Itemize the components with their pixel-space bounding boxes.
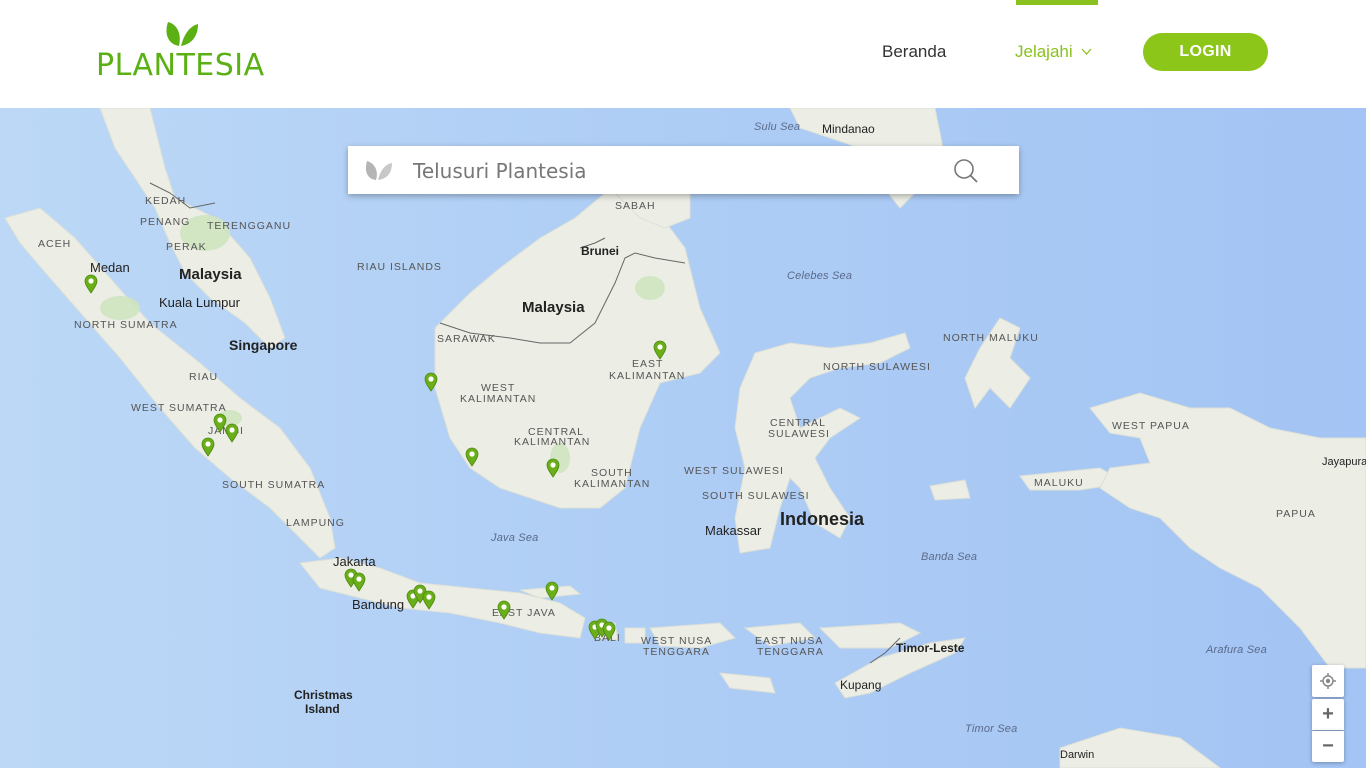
plant-marker-pin[interactable] (653, 340, 667, 360)
label-south-sulawesi: SOUTH SULAWESI (702, 490, 810, 502)
label-south-kalimantan-2: KALIMANTAN (574, 478, 651, 490)
label-west-nusa-2: TENGGARA (643, 646, 710, 658)
label-jayapura: Jayapura (1322, 456, 1366, 468)
label-west-sulawesi: WEST SULAWESI (684, 465, 784, 477)
label-singapore: Singapore (229, 337, 298, 353)
label-riau-islands: RIAU ISLANDS (357, 261, 442, 273)
label-west-kalimantan-2: KALIMANTAN (460, 393, 537, 405)
label-christmas-2: Island (305, 702, 340, 716)
label-sulu-sea: Sulu Sea (754, 121, 801, 133)
plant-marker-pin[interactable] (225, 423, 239, 443)
label-east-kalimantan-2: KALIMANTAN (609, 370, 686, 382)
label-north-sulawesi: NORTH SULAWESI (823, 361, 931, 373)
nav-jelajahi[interactable]: Jelajahi (1015, 42, 1092, 62)
leaf-logo-icon (166, 22, 198, 46)
label-timor-sea: Timor Sea (965, 723, 1018, 735)
label-medan: Medan (90, 260, 130, 275)
label-darwin: Darwin (1060, 749, 1095, 761)
brand-name: PLANTESIA (96, 48, 265, 83)
label-sabah: SABAH (615, 200, 656, 212)
plant-marker-pin[interactable] (422, 590, 436, 610)
label-aceh: ACEH (38, 238, 72, 250)
nav-jelajahi-label: Jelajahi (1015, 42, 1073, 61)
nav-active-indicator (1016, 0, 1098, 5)
my-location-button[interactable] (1312, 665, 1344, 697)
plant-marker-pin[interactable] (352, 572, 366, 592)
label-east-nusa-2: TENGGARA (757, 646, 824, 658)
label-penang: PENANG (140, 216, 191, 228)
search-button[interactable] (952, 157, 980, 185)
label-north-maluku: NORTH MALUKU (943, 332, 1039, 344)
label-arafura-sea: Arafura Sea (1206, 644, 1267, 656)
zoom-out-button[interactable]: − (1312, 731, 1344, 762)
plant-marker-pin[interactable] (546, 458, 560, 478)
label-christmas-1: Christmas (294, 688, 353, 702)
plant-marker-pin[interactable] (465, 447, 479, 467)
login-button[interactable]: LOGIN (1143, 33, 1268, 71)
label-north-sumatra: NORTH SUMATRA (74, 319, 178, 331)
plant-marker-pin[interactable] (424, 372, 438, 392)
plant-marker-pin[interactable] (497, 600, 511, 620)
crosshair-icon (1320, 673, 1336, 689)
label-south-sumatra: SOUTH SUMATRA (222, 479, 326, 491)
plant-marker-pin[interactable] (545, 581, 559, 601)
label-bandung: Bandung (352, 597, 405, 612)
nav-beranda[interactable]: Beranda (882, 42, 946, 62)
label-central-sulawesi-2: SULAWESI (768, 428, 830, 440)
label-java-sea: Java Sea (491, 532, 539, 544)
label-kupang: Kupang (840, 678, 882, 692)
label-banda-sea: Banda Sea (921, 551, 978, 563)
label-central-kalimantan-2: KALIMANTAN (514, 436, 591, 448)
label-lampung: LAMPUNG (286, 517, 345, 529)
label-kuala-lumpur: Kuala Lumpur (159, 295, 240, 310)
label-maluku: MALUKU (1034, 477, 1084, 489)
label-papua: PAPUA (1276, 508, 1316, 520)
plantesia-logo[interactable]: PLANTESIA (96, 18, 266, 83)
label-mindanao: Mindanao (822, 122, 875, 136)
zoom-in-button[interactable]: + (1312, 699, 1344, 730)
label-riau: RIAU (189, 371, 219, 383)
label-kedah: KEDAH (145, 195, 187, 207)
plant-marker-pin[interactable] (201, 437, 215, 457)
label-celebes-sea: Celebes Sea (787, 270, 853, 282)
label-west-papua: WEST PAPUA (1112, 420, 1190, 432)
leaf-icon (365, 161, 392, 180)
label-sarawak: SARAWAK (437, 333, 496, 345)
map-view[interactable]: Sulu Sea Mindanao KEDAH PENANG TERENGGAN… (0, 108, 1366, 768)
plant-marker-pin[interactable] (84, 274, 98, 294)
label-perak: PERAK (166, 241, 207, 253)
search-icon (954, 159, 978, 183)
label-makassar: Makassar (705, 523, 762, 538)
plant-marker-pin[interactable] (602, 621, 616, 641)
label-indonesia: Indonesia (780, 509, 865, 529)
label-timor-leste: Timor-Leste (896, 641, 965, 655)
search-input[interactable] (411, 154, 955, 188)
chevron-down-icon (1081, 48, 1092, 55)
label-malaysia-west: Malaysia (179, 266, 242, 283)
header: PLANTESIA Beranda Jelajahi LOGIN (0, 0, 1366, 108)
search-bar (348, 146, 1019, 194)
label-terengganu: TERENGGANU (207, 220, 292, 232)
label-jakarta: Jakarta (333, 554, 376, 569)
label-brunei: Brunei (581, 244, 620, 258)
label-malaysia-east: Malaysia (522, 299, 585, 316)
